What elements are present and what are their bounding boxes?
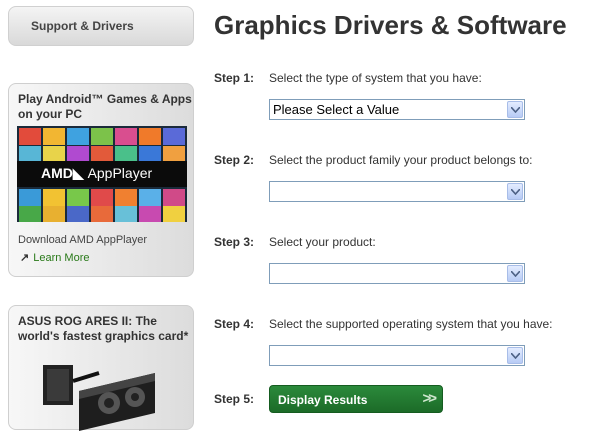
step-1-text: Select the type of system that you have:: [269, 71, 482, 85]
learn-more-link[interactable]: ↗ Learn More: [20, 251, 89, 264]
download-appplayer-text: Download AMD AppPlayer: [18, 234, 148, 246]
support-drivers-tab[interactable]: Support & Drivers: [8, 6, 194, 46]
graphics-card-image: [43, 365, 155, 431]
double-chevron-right-icon: >>: [422, 390, 436, 407]
support-drivers-label: Support & Drivers: [31, 19, 134, 33]
arrow-up-right-icon: ↗: [20, 252, 30, 264]
ares-promo[interactable]: ASUS ROG ARES II: The world's fastest gr…: [8, 305, 194, 431]
system-type-select[interactable]: Please Select a Value: [269, 99, 525, 120]
step-3-text: Select your product:: [269, 235, 376, 249]
chevron-down-icon[interactable]: [507, 183, 523, 200]
page-title: Graphics Drivers & Software: [214, 10, 567, 40]
amd-appplayer-logo: AMD◣ AppPlayer: [41, 165, 153, 181]
chevron-down-icon[interactable]: [507, 347, 523, 364]
product-select[interactable]: [269, 263, 525, 284]
step-5-label: Step 5:: [214, 392, 255, 406]
display-results-button[interactable]: Display Results >>: [269, 385, 443, 413]
step-2-text: Select the product family your product b…: [269, 153, 533, 167]
operating-system-select[interactable]: [269, 345, 525, 366]
step-1-label: Step 1:: [214, 71, 255, 85]
step-4-label: Step 4:: [214, 317, 255, 331]
system-type-value: Please Select a Value: [273, 102, 400, 117]
step-2-label: Step 2:: [214, 153, 255, 167]
android-promo-title: Play Android™ Games & Apps on your PC: [18, 92, 192, 121]
android-promo[interactable]: Play Android™ Games & Apps on your PC AM…: [8, 83, 194, 277]
display-results-label: Display Results: [278, 393, 368, 407]
chevron-down-icon[interactable]: [507, 101, 523, 118]
ares-promo-title: ASUS ROG ARES II: The world's fastest gr…: [18, 314, 189, 343]
appplayer-banner[interactable]: AMD◣ AppPlayer: [17, 126, 187, 222]
chevron-down-icon[interactable]: [507, 265, 523, 282]
step-4-text: Select the supported operating system th…: [269, 317, 553, 331]
product-family-select[interactable]: [269, 181, 525, 202]
amd-arrow-icon: ◣: [72, 165, 84, 181]
step-3-label: Step 3:: [214, 235, 255, 249]
